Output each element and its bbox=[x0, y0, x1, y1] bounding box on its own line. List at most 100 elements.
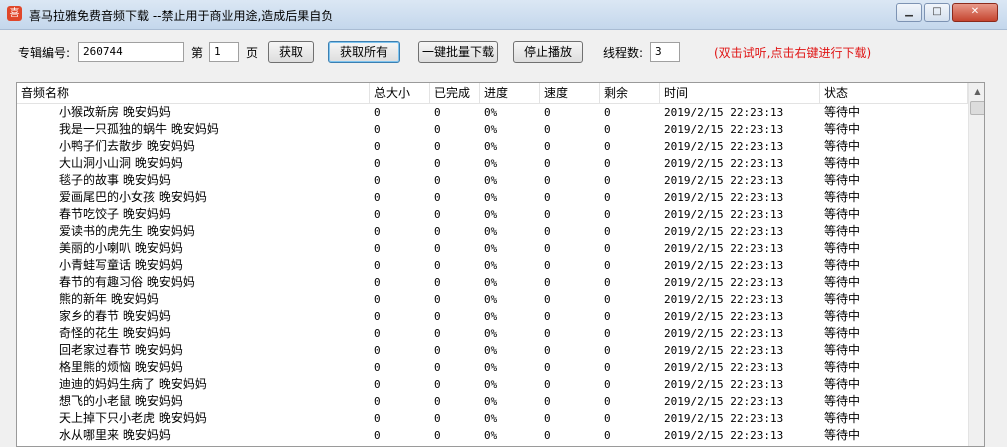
list-header: 音频名称 总大小 已完成 进度 速度 剩余 时间 状态 bbox=[17, 83, 968, 104]
table-row[interactable]: 想飞的小老鼠 晚安妈妈 0 0 0% 0 0 2019/2/15 22:23:13 等待中 bbox=[17, 393, 968, 410]
cell-progress: 0% bbox=[484, 327, 498, 340]
cell-speed: 0 bbox=[544, 310, 551, 323]
audio-list[interactable]: 音频名称 总大小 已完成 进度 速度 剩余 时间 状态 小猴改新房 晚安妈妈 0 0… bbox=[16, 82, 985, 447]
cell-time: 2019/2/15 22:23:13 bbox=[664, 344, 784, 357]
fetch-all-button[interactable]: 获取所有 bbox=[328, 41, 400, 63]
column-header-name[interactable]: 音频名称 bbox=[17, 83, 370, 103]
cell-speed: 0 bbox=[544, 429, 551, 442]
cell-done: 0 bbox=[434, 276, 441, 289]
cell-status: 等待中 bbox=[824, 139, 861, 153]
cell-remain: 0 bbox=[604, 276, 611, 289]
cell-speed: 0 bbox=[544, 191, 551, 204]
column-header-speed[interactable]: 速度 bbox=[540, 83, 600, 103]
cell-done: 0 bbox=[434, 157, 441, 170]
cell-remain: 0 bbox=[604, 327, 611, 340]
cell-status: 等待中 bbox=[824, 394, 861, 408]
cell-speed: 0 bbox=[544, 395, 551, 408]
threads-input[interactable]: 3 bbox=[650, 42, 680, 62]
album-id-input[interactable]: 260744 bbox=[78, 42, 184, 62]
usage-hint: (双击试听,点击右键进行下载) bbox=[714, 46, 872, 60]
cell-name: 格里熊的烦恼 晚安妈妈 bbox=[59, 360, 183, 374]
column-header-time[interactable]: 时间 bbox=[660, 83, 820, 103]
table-row[interactable]: 我是一只孤独的蜗牛 晚安妈妈 0 0 0% 0 0 2019/2/15 22:23:13 等待… bbox=[17, 121, 968, 138]
cell-speed: 0 bbox=[544, 174, 551, 187]
cell-done: 0 bbox=[434, 225, 441, 238]
table-row[interactable]: 奇怪的花生 晚安妈妈 0 0 0% 0 0 2019/2/15 22:23:13 等待中 bbox=[17, 325, 968, 342]
table-row[interactable]: 小猴改新房 晚安妈妈 0 0 0% 0 0 2019/2/15 22:23:13 等待中 bbox=[17, 104, 968, 121]
table-row[interactable]: 迪迪的妈妈生病了 晚安妈妈 0 0 0% 0 0 2019/2/15 22:23:13 等待中 bbox=[17, 376, 968, 393]
cell-size: 0 bbox=[374, 395, 381, 408]
cell-done: 0 bbox=[434, 293, 441, 306]
cell-time: 2019/2/15 22:23:13 bbox=[664, 395, 784, 408]
cell-status: 等待中 bbox=[824, 309, 861, 323]
table-row[interactable]: 春节的有趣习俗 晚安妈妈 0 0 0% 0 0 2019/2/15 22:23:13 等待中 bbox=[17, 274, 968, 291]
cell-progress: 0% bbox=[484, 429, 498, 442]
cell-time: 2019/2/15 22:23:13 bbox=[664, 174, 784, 187]
scroll-up-icon[interactable]: ▲ bbox=[970, 84, 984, 100]
column-header-done[interactable]: 已完成 bbox=[430, 83, 480, 103]
cell-size: 0 bbox=[374, 140, 381, 153]
cell-done: 0 bbox=[434, 429, 441, 442]
cell-time: 2019/2/15 22:23:13 bbox=[664, 123, 784, 136]
cell-progress: 0% bbox=[484, 259, 498, 272]
cell-name: 想飞的小老鼠 晚安妈妈 bbox=[59, 394, 183, 408]
cell-remain: 0 bbox=[604, 242, 611, 255]
cell-speed: 0 bbox=[544, 259, 551, 272]
cell-remain: 0 bbox=[604, 106, 611, 119]
table-row[interactable]: 格里熊的烦恼 晚安妈妈 0 0 0% 0 0 2019/2/15 22:23:13 等待中 bbox=[17, 359, 968, 376]
table-row[interactable]: 回老家过春节 晚安妈妈 0 0 0% 0 0 2019/2/15 22:23:13 等待中 bbox=[17, 342, 968, 359]
cell-status: 等待中 bbox=[824, 173, 861, 187]
table-row[interactable]: 毯子的故事 晚安妈妈 0 0 0% 0 0 2019/2/15 22:23:13 等待中 bbox=[17, 172, 968, 189]
cell-name: 回老家过春节 晚安妈妈 bbox=[59, 343, 183, 357]
column-header-size[interactable]: 总大小 bbox=[370, 83, 430, 103]
cell-progress: 0% bbox=[484, 242, 498, 255]
cell-remain: 0 bbox=[604, 429, 611, 442]
vertical-scrollbar[interactable]: ▲ bbox=[968, 83, 984, 446]
cell-done: 0 bbox=[434, 259, 441, 272]
cell-progress: 0% bbox=[484, 293, 498, 306]
cell-remain: 0 bbox=[604, 123, 611, 136]
fetch-button[interactable]: 获取 bbox=[268, 41, 314, 63]
table-row[interactable]: 家乡的春节 晚安妈妈 0 0 0% 0 0 2019/2/15 22:23:13 等待中 bbox=[17, 308, 968, 325]
maximize-button[interactable]: □ bbox=[924, 3, 950, 22]
cell-progress: 0% bbox=[484, 361, 498, 374]
table-row[interactable]: 大山洞小山洞 晚安妈妈 0 0 0% 0 0 2019/2/15 22:23:13 等待中 bbox=[17, 155, 968, 172]
page-suffix-label: 页 bbox=[246, 46, 259, 60]
cell-remain: 0 bbox=[604, 361, 611, 374]
cell-name: 熊的新年 晚安妈妈 bbox=[59, 292, 159, 306]
cell-size: 0 bbox=[374, 378, 381, 391]
cell-size: 0 bbox=[374, 259, 381, 272]
cell-name: 春节吃饺子 晚安妈妈 bbox=[59, 207, 171, 221]
cell-speed: 0 bbox=[544, 327, 551, 340]
cell-name: 小青蛙写童话 晚安妈妈 bbox=[59, 258, 183, 272]
table-row[interactable]: 小鸭子们去散步 晚安妈妈 0 0 0% 0 0 2019/2/15 22:23:13 等待中 bbox=[17, 138, 968, 155]
batch-download-button[interactable]: 一键批量下载 bbox=[418, 41, 498, 63]
scroll-thumb[interactable] bbox=[970, 101, 984, 115]
cell-time: 2019/2/15 22:23:13 bbox=[664, 412, 784, 425]
album-label: 专辑编号: bbox=[18, 46, 71, 60]
table-row[interactable]: 爱画尾巴的小女孩 晚安妈妈 0 0 0% 0 0 2019/2/15 22:23:13 等待中 bbox=[17, 189, 968, 206]
column-header-progress[interactable]: 进度 bbox=[480, 83, 540, 103]
page-number-input[interactable]: 1 bbox=[209, 42, 239, 62]
cell-speed: 0 bbox=[544, 361, 551, 374]
table-row[interactable]: 美丽的小喇叭 晚安妈妈 0 0 0% 0 0 2019/2/15 22:23:13 等待中 bbox=[17, 240, 968, 257]
stop-play-button[interactable]: 停止播放 bbox=[513, 41, 583, 63]
table-row[interactable]: 春节吃饺子 晚安妈妈 0 0 0% 0 0 2019/2/15 22:23:13 等待中 bbox=[17, 206, 968, 223]
column-header-remain[interactable]: 剩余 bbox=[600, 83, 660, 103]
table-row[interactable]: 水从哪里来 晚安妈妈 0 0 0% 0 0 2019/2/15 22:23:13 等待中 bbox=[17, 427, 968, 444]
cell-time: 2019/2/15 22:23:13 bbox=[664, 310, 784, 323]
column-header-status[interactable]: 状态 bbox=[820, 83, 968, 103]
cell-time: 2019/2/15 22:23:13 bbox=[664, 140, 784, 153]
table-row[interactable]: 熊的新年 晚安妈妈 0 0 0% 0 0 2019/2/15 22:23:13 等待中 bbox=[17, 291, 968, 308]
cell-done: 0 bbox=[434, 327, 441, 340]
table-row[interactable]: 小青蛙写童话 晚安妈妈 0 0 0% 0 0 2019/2/15 22:23:13 等待中 bbox=[17, 257, 968, 274]
table-row[interactable]: 天上掉下只小老虎 晚安妈妈 0 0 0% 0 0 2019/2/15 22:23:13 等待中 bbox=[17, 410, 968, 427]
minimize-button[interactable]: ▁ bbox=[896, 3, 922, 22]
cell-remain: 0 bbox=[604, 259, 611, 272]
table-row[interactable]: 爱读书的虎先生 晚安妈妈 0 0 0% 0 0 2019/2/15 22:23:13 等待中 bbox=[17, 223, 968, 240]
close-button[interactable]: ✕ bbox=[952, 3, 998, 22]
cell-status: 等待中 bbox=[824, 105, 861, 119]
toolbar: 专辑编号: 260744 第 1 页 获取 获取所有 一键批量下载 停止播放 线… bbox=[0, 30, 1007, 80]
cell-status: 等待中 bbox=[824, 428, 861, 442]
cell-name: 奇怪的花生 晚安妈妈 bbox=[59, 326, 171, 340]
